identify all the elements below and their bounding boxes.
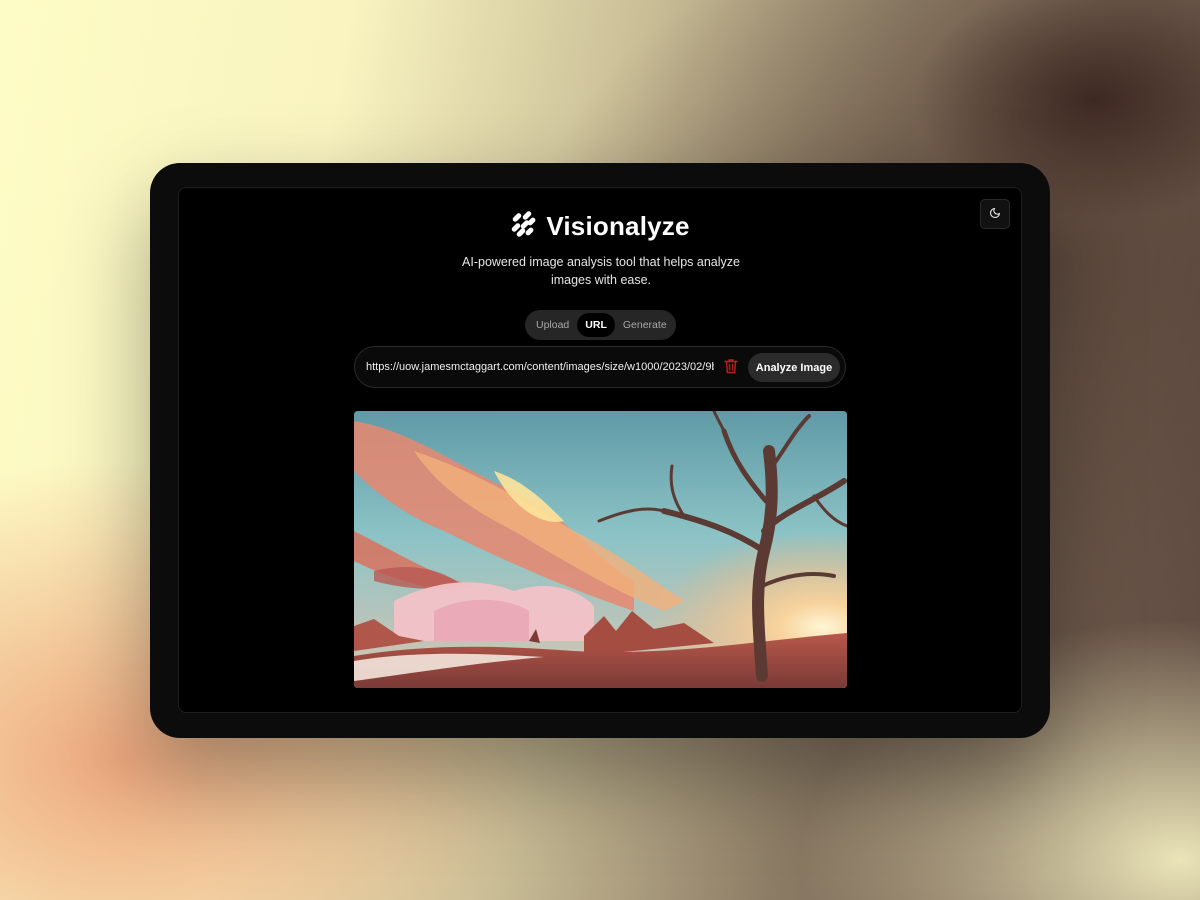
tab-generate[interactable]: Generate xyxy=(615,313,675,337)
analyze-image-button[interactable]: Analyze Image xyxy=(748,353,840,382)
tab-upload[interactable]: Upload xyxy=(528,313,577,337)
app-window: Visionalyze AI-powered image analysis to… xyxy=(178,187,1022,713)
app-tagline: AI-powered image analysis tool that help… xyxy=(462,255,740,287)
url-input[interactable] xyxy=(366,357,714,377)
trash-icon xyxy=(724,358,738,379)
source-tabs: Upload URL Generate xyxy=(525,310,676,340)
delete-url-button[interactable] xyxy=(721,358,741,378)
brand-header: Visionalyze xyxy=(179,210,1021,243)
logo-icon xyxy=(510,210,538,243)
device-frame: Visionalyze AI-powered image analysis to… xyxy=(150,163,1050,738)
landscape-illustration xyxy=(354,411,847,688)
tab-url[interactable]: URL xyxy=(577,313,615,337)
url-bar: Analyze Image xyxy=(354,346,846,388)
image-preview xyxy=(354,411,847,688)
app-title: Visionalyze xyxy=(546,211,690,241)
